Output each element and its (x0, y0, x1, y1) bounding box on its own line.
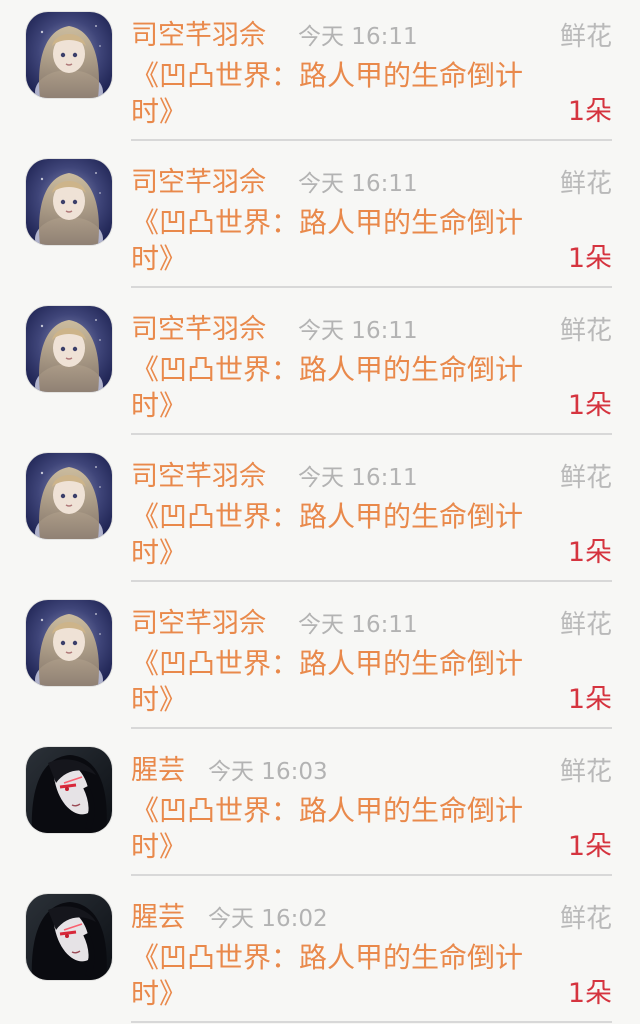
avatar[interactable] (26, 159, 112, 245)
timestamp: 今天 16:02 (208, 906, 328, 932)
gift-type-label: 鲜花 (559, 316, 612, 346)
divider (131, 1021, 612, 1023)
avatar[interactable] (26, 747, 112, 833)
book-title-link[interactable]: 《凹凸世界：路人甲的生命倒计时》 (131, 940, 561, 1012)
timestamp: 今天 16:11 (298, 171, 418, 197)
gift-type-label: 鲜花 (559, 22, 612, 52)
avatar[interactable] (26, 12, 112, 98)
book-title-link[interactable]: 《凹凸世界：路人甲的生命倒计时》 (131, 646, 561, 718)
user-name[interactable]: 腥芸 (131, 900, 185, 936)
list-item[interactable]: 司空芊羽佘 今天 16:11 鲜花 《凹凸世界：路人甲的生命倒计时》 1朵 (0, 588, 640, 735)
gift-count: 1朵 (567, 390, 612, 421)
avatar[interactable] (26, 600, 112, 686)
gift-count: 1朵 (567, 243, 612, 274)
divider (131, 580, 612, 582)
list-item[interactable]: 腥芸 今天 16:02 鲜花 《凹凸世界：路人甲的生命倒计时》 1朵 (0, 882, 640, 1024)
book-title-link[interactable]: 《凹凸世界：路人甲的生命倒计时》 (131, 352, 561, 424)
divider (131, 286, 612, 288)
user-name[interactable]: 司空芊羽佘 (131, 606, 266, 642)
user-name[interactable]: 司空芊羽佘 (131, 18, 266, 54)
divider (131, 433, 612, 435)
book-title-link[interactable]: 《凹凸世界：路人甲的生命倒计时》 (131, 793, 561, 865)
gift-type-label: 鲜花 (559, 169, 612, 199)
gift-type-label: 鲜花 (559, 757, 612, 787)
gift-count: 1朵 (567, 978, 612, 1009)
divider (131, 139, 612, 141)
gift-count: 1朵 (567, 684, 612, 715)
gift-count: 1朵 (567, 96, 612, 127)
user-name[interactable]: 司空芊羽佘 (131, 459, 266, 495)
book-title-link[interactable]: 《凹凸世界：路人甲的生命倒计时》 (131, 499, 561, 571)
timestamp: 今天 16:03 (208, 759, 328, 785)
user-name[interactable]: 腥芸 (131, 753, 185, 789)
timestamp: 今天 16:11 (298, 318, 418, 344)
gift-type-label: 鲜花 (559, 610, 612, 640)
gift-record-list: 司空芊羽佘 今天 16:11 鲜花 《凹凸世界：路人甲的生命倒计时》 1朵 司空… (0, 0, 640, 1024)
list-item[interactable]: 司空芊羽佘 今天 16:11 鲜花 《凹凸世界：路人甲的生命倒计时》 1朵 (0, 147, 640, 294)
list-item[interactable]: 司空芊羽佘 今天 16:11 鲜花 《凹凸世界：路人甲的生命倒计时》 1朵 (0, 294, 640, 441)
gift-type-label: 鲜花 (559, 904, 612, 934)
list-item[interactable]: 腥芸 今天 16:03 鲜花 《凹凸世界：路人甲的生命倒计时》 1朵 (0, 735, 640, 882)
gift-count: 1朵 (567, 831, 612, 862)
timestamp: 今天 16:11 (298, 24, 418, 50)
divider (131, 874, 612, 876)
gift-count: 1朵 (567, 537, 612, 568)
list-item[interactable]: 司空芊羽佘 今天 16:11 鲜花 《凹凸世界：路人甲的生命倒计时》 1朵 (0, 441, 640, 588)
user-name[interactable]: 司空芊羽佘 (131, 165, 266, 201)
list-item[interactable]: 司空芊羽佘 今天 16:11 鲜花 《凹凸世界：路人甲的生命倒计时》 1朵 (0, 0, 640, 147)
user-name[interactable]: 司空芊羽佘 (131, 312, 266, 348)
avatar[interactable] (26, 453, 112, 539)
timestamp: 今天 16:11 (298, 612, 418, 638)
book-title-link[interactable]: 《凹凸世界：路人甲的生命倒计时》 (131, 58, 561, 130)
gift-type-label: 鲜花 (559, 463, 612, 493)
avatar[interactable] (26, 894, 112, 980)
divider (131, 727, 612, 729)
timestamp: 今天 16:11 (298, 465, 418, 491)
book-title-link[interactable]: 《凹凸世界：路人甲的生命倒计时》 (131, 205, 561, 277)
avatar[interactable] (26, 306, 112, 392)
